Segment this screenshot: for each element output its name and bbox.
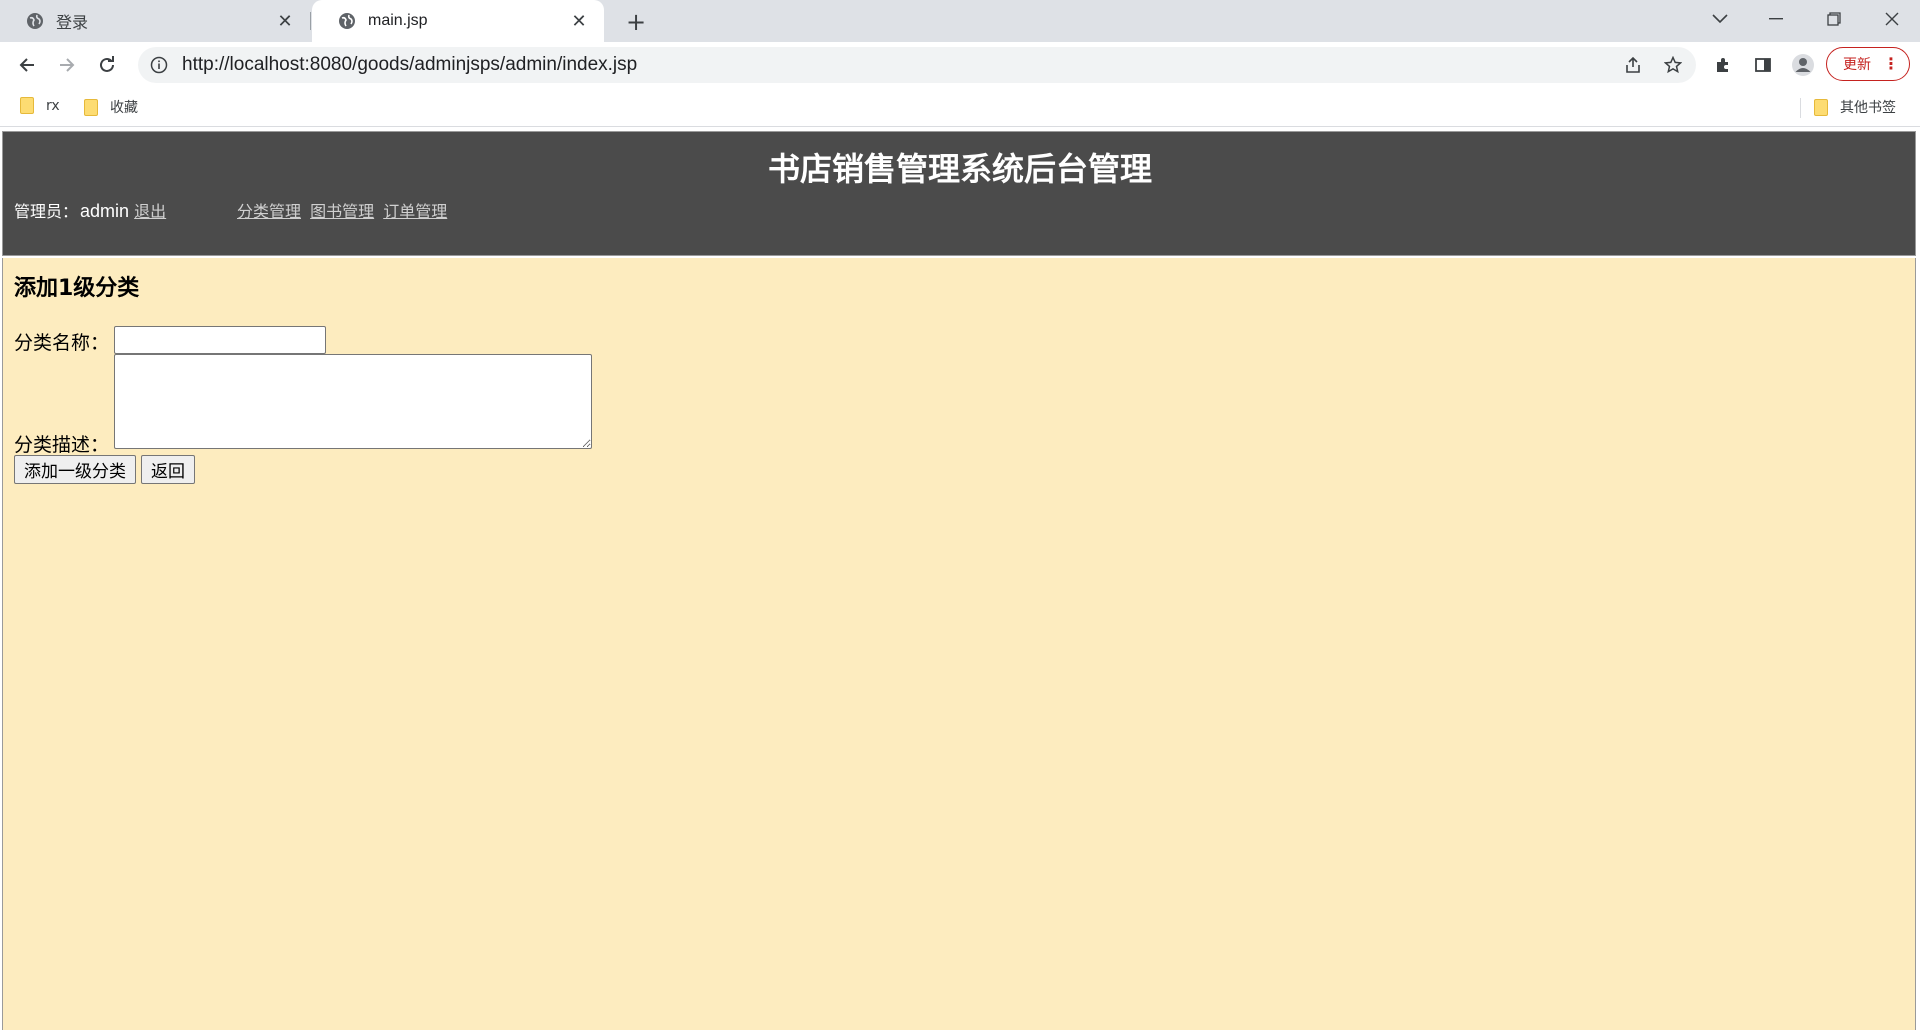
bookmarks-bar: rx 收藏 其他书签 xyxy=(0,88,1920,127)
forward-icon[interactable] xyxy=(50,48,84,82)
back-button[interactable]: 返回 xyxy=(141,455,195,484)
folder-icon xyxy=(1814,98,1828,116)
other-bookmarks[interactable]: 其他书签 xyxy=(1814,97,1896,117)
main-content: 添加1级分类 分类名称： 分类描述： 添加一级分类 返回 xyxy=(2,258,1916,1030)
bookmark-folder-rx[interactable]: rx xyxy=(20,97,60,114)
new-tab-icon[interactable]: + xyxy=(620,8,652,36)
tab-search-icon[interactable] xyxy=(1694,0,1746,38)
category-name-label: 分类名称： xyxy=(14,332,110,354)
bookmark-separator xyxy=(1800,98,1801,118)
url-text: http://localhost:8080/goods/adminjsps/ad… xyxy=(182,54,638,75)
globe-icon xyxy=(27,13,43,29)
other-bookmarks-label: 其他书签 xyxy=(1840,100,1896,116)
reload-icon[interactable] xyxy=(90,48,124,82)
browser-toolbar: http://localhost:8080/goods/adminjsps/ad… xyxy=(0,42,1920,88)
bookmark-star-icon[interactable] xyxy=(1656,48,1690,82)
form-heading: 添加1级分类 xyxy=(14,276,140,301)
restore-icon[interactable] xyxy=(1808,0,1860,38)
minimize-icon[interactable] xyxy=(1750,0,1802,38)
nav-order-management[interactable]: 订单管理 xyxy=(383,202,447,221)
category-description-label: 分类描述： xyxy=(14,434,110,456)
tab-login[interactable]: 登录 ✕ xyxy=(0,0,310,42)
add-category-button[interactable]: 添加一级分类 xyxy=(14,455,136,484)
close-icon[interactable]: ✕ xyxy=(568,10,590,32)
bookmark-folder-favorites[interactable]: 收藏 xyxy=(84,97,138,117)
admin-name: admin xyxy=(80,201,130,221)
side-panel-icon[interactable] xyxy=(1746,48,1780,82)
category-name-input[interactable] xyxy=(114,326,326,354)
address-bar[interactable]: http://localhost:8080/goods/adminjsps/ad… xyxy=(138,47,1696,83)
folder-icon xyxy=(84,98,98,116)
category-description-textarea[interactable] xyxy=(114,354,592,449)
menu-dots-icon: ⋮ xyxy=(1883,54,1899,73)
back-icon[interactable] xyxy=(10,48,44,82)
nav-category-management[interactable]: 分类管理 xyxy=(237,202,301,221)
update-label: 更新 xyxy=(1843,57,1871,73)
logout-link[interactable]: 退出 xyxy=(134,202,166,221)
admin-nav: 分类管理 图书管理 订单管理 xyxy=(237,198,451,222)
profile-icon[interactable] xyxy=(1786,48,1820,82)
nav-book-management[interactable]: 图书管理 xyxy=(310,202,374,221)
tab-separator xyxy=(310,12,311,30)
system-title: 书店销售管理系统后台管理 xyxy=(767,150,1152,188)
window-close-icon[interactable] xyxy=(1866,0,1918,38)
tab-title: 登录 xyxy=(56,15,89,32)
extensions-icon[interactable] xyxy=(1706,48,1740,82)
update-button[interactable]: 更新 ⋮ xyxy=(1826,47,1910,81)
tab-main-jsp[interactable]: main.jsp ✕ xyxy=(312,0,604,42)
admin-info: 管理员： admin 退出 xyxy=(14,198,166,222)
tab-strip: 登录 ✕ main.jsp ✕ + xyxy=(0,0,1920,42)
folder-icon xyxy=(20,97,34,114)
tab-title: main.jsp xyxy=(368,12,428,29)
globe-icon xyxy=(339,13,355,29)
admin-header: 书店销售管理系统后台管理 管理员： admin 退出 分类管理 图书管理 订单管理 xyxy=(2,131,1916,256)
page-viewport: 书店销售管理系统后台管理 管理员： admin 退出 分类管理 图书管理 订单管理… xyxy=(0,128,1920,1030)
bookmark-label: rx xyxy=(46,97,60,114)
bookmark-label: 收藏 xyxy=(110,100,138,116)
admin-prefix: 管理员： xyxy=(14,202,79,221)
info-icon[interactable] xyxy=(150,56,168,74)
share-icon[interactable] xyxy=(1616,48,1650,82)
close-icon[interactable]: ✕ xyxy=(274,10,296,32)
